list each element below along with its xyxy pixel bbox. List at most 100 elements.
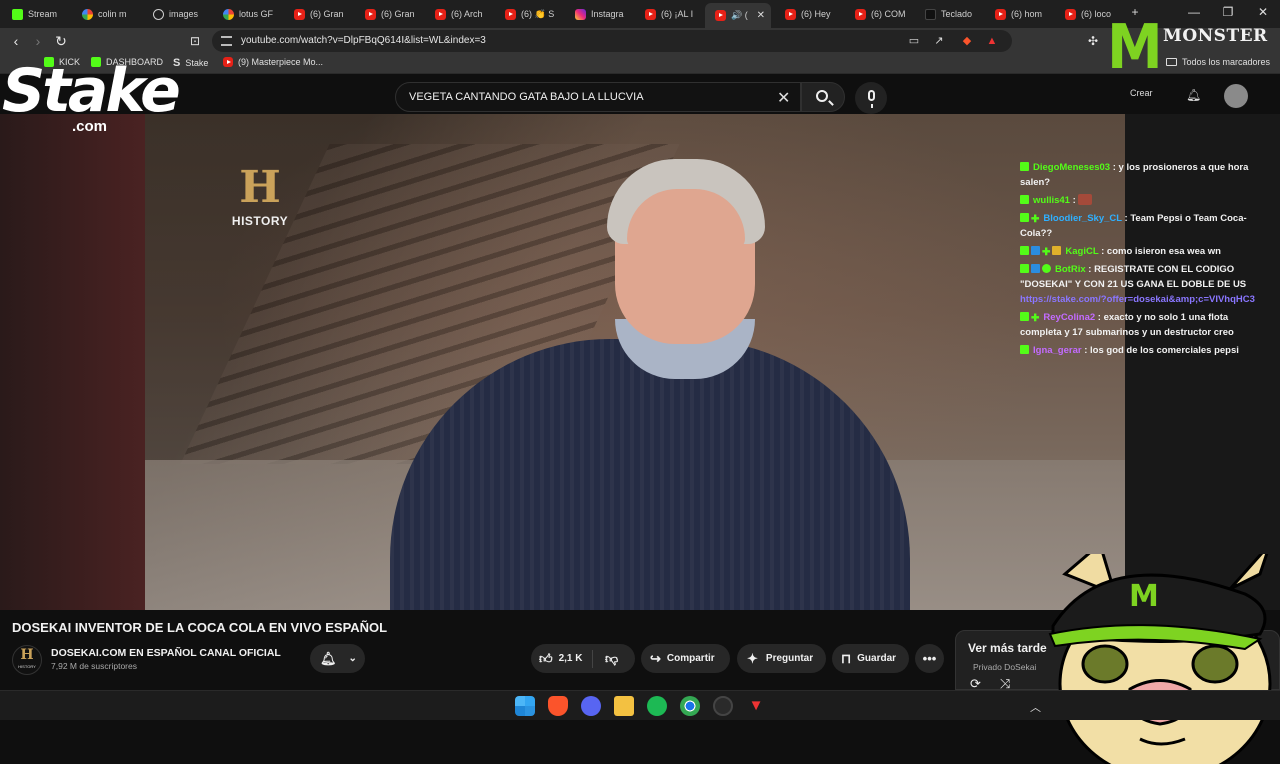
search-query: VEGETA CANTANDO GATA BAJO LA LLUCVIA <box>409 91 644 103</box>
youtube-watch-page: H HISTORY VEGETA CANTANDO GATA BAJO LA L… <box>0 14 1280 764</box>
tab-label: colin m <box>98 9 127 19</box>
site-info-icon[interactable] <box>221 36 232 46</box>
chat-message: DiegoMeneses03 : y los prosioneros a que… <box>1020 160 1260 190</box>
windows-start-icon[interactable] <box>515 696 535 716</box>
file-explorer-icon[interactable] <box>614 696 634 716</box>
chat-message: ✚ Bloodier_Sky_CL : Team Pepsi o Team Coc… <box>1020 211 1260 241</box>
bell-icon: 🔔︎ <box>320 650 337 666</box>
app-icon <box>925 8 936 20</box>
cast-icon[interactable]: ▭ <box>906 33 922 49</box>
tab-label: (6) Arch <box>451 9 483 19</box>
chat-username: wullis41 <box>1033 195 1070 206</box>
chrome-icon[interactable] <box>680 696 700 716</box>
chat-link[interactable]: https://stake.com/?offer=dosekai&amp;c=V… <box>1020 294 1255 305</box>
monster-logo: M MONSTER <box>1105 14 1280 80</box>
cat-mascot-overlay: M <box>1048 554 1272 764</box>
history-logo-text: HISTORY <box>231 214 289 228</box>
playlist-title: Ver más tarde <box>968 641 1047 655</box>
tab-youtube[interactable]: (6) 👏 S <box>495 3 565 25</box>
kick-badge-icon <box>1020 312 1029 321</box>
reload-icon[interactable]: ↻ <box>51 31 71 51</box>
save-button[interactable]: ⊓ Guardar <box>832 644 909 673</box>
like-button[interactable]: 👍︎ 2,1 K <box>531 649 593 668</box>
more-actions-button[interactable]: ••• <box>915 644 944 673</box>
app-icon[interactable]: ▼ <box>746 696 766 716</box>
ask-label: Preguntar <box>765 653 814 664</box>
video-player[interactable]: H HISTORY <box>145 114 1125 610</box>
tab-youtube[interactable]: (6) Gran <box>355 3 425 25</box>
extensions-icon[interactable]: ✣ <box>1083 31 1103 51</box>
brave-shield-icon[interactable]: ◆ <box>959 33 975 49</box>
tab-teclado[interactable]: Teclado <box>915 3 985 25</box>
obs-icon[interactable] <box>713 696 733 716</box>
bookmark-stake[interactable]: S Stake <box>173 57 208 69</box>
forward-icon[interactable]: › <box>28 31 48 51</box>
bookmark-masterpiece[interactable]: (9) Masterpiece Mo... <box>223 57 323 67</box>
stream-chat-overlay: DiegoMeneses03 : y los prosioneros a que… <box>1020 160 1260 361</box>
dislike-button[interactable]: 👎︎ <box>593 651 618 667</box>
tab-label: images <box>169 9 199 19</box>
monster-cap-logo-icon: M <box>1129 579 1159 614</box>
tab-colin[interactable]: colin m <box>72 3 142 25</box>
chevron-up-icon[interactable]: ︿ <box>1030 699 1041 715</box>
address-bar[interactable]: youtube.com/watch?v=DlpFBqQ614I&list=WL&… <box>212 30 1012 52</box>
tab-youtube[interactable]: (6) Gran <box>284 3 354 25</box>
maximize-icon[interactable]: ❐ <box>1220 5 1236 19</box>
subscription-bell-button[interactable]: 🔔︎ ⌄ <box>310 644 365 673</box>
notifications-icon[interactable]: 🔔︎ <box>1186 88 1201 102</box>
tab-youtube[interactable]: (6) Hey <box>775 3 845 25</box>
close-icon[interactable]: ✕ <box>757 10 765 21</box>
kick-badge-icon <box>1020 213 1029 222</box>
chat-message: wullis41 : <box>1020 193 1260 208</box>
minimize-icon[interactable]: — <box>1186 5 1202 19</box>
browser-tab-strip: Stream colin m images lotus GF (6) Gran … <box>0 0 1280 28</box>
brave-browser-icon[interactable] <box>548 696 568 716</box>
back-icon[interactable]: ‹ <box>6 31 26 51</box>
discord-icon[interactable] <box>581 696 601 716</box>
brave-rewards-icon[interactable]: ▲ <box>984 33 1000 49</box>
channel-avatar[interactable]: H HISTORY <box>12 645 42 675</box>
tab-stream[interactable]: Stream <box>2 3 72 25</box>
thumbs-up-icon: 👍︎ <box>539 650 553 666</box>
tab-youtube[interactable]: (6) hom <box>985 3 1055 25</box>
bookmark-icon[interactable]: ⊡ <box>185 31 205 51</box>
search-button[interactable] <box>801 82 845 112</box>
history-h-icon: H <box>239 162 281 213</box>
subscriber-badge-icon: ✚ <box>1031 313 1040 324</box>
youtube-icon <box>1065 8 1076 20</box>
chat-username: KagiCL <box>1065 246 1099 257</box>
stake-logo: Stake .com <box>2 56 181 140</box>
kick-badge-icon <box>1020 246 1029 255</box>
chat-message: ✚ KagiCL : como isieron esa wea wn <box>1020 244 1260 259</box>
create-button[interactable]: Crear <box>1130 88 1153 98</box>
tab-youtube[interactable]: (6) COM <box>845 3 915 25</box>
tab-instagram[interactable]: Instagra <box>565 3 635 25</box>
more-dots-icon: ••• <box>922 651 937 666</box>
share-icon[interactable]: ↗ <box>931 33 947 49</box>
chat-text: : <box>1072 195 1076 206</box>
tab-youtube[interactable]: (6) Arch <box>425 3 495 25</box>
youtube-icon <box>435 8 446 20</box>
channel-name[interactable]: DOSEKAI.COM EN ESPAÑOL CANAL OFICIAL <box>51 647 281 659</box>
history-h-icon: H <box>20 647 34 663</box>
tab-images[interactable]: images <box>143 3 213 25</box>
search-icon <box>816 90 828 102</box>
youtube-icon <box>294 8 305 20</box>
voice-search-button[interactable] <box>855 82 887 114</box>
chat-username: Bloodier_Sky_CL <box>1043 213 1122 224</box>
avatar[interactable] <box>1224 84 1248 108</box>
clear-search-icon[interactable]: ✕ <box>777 88 790 108</box>
ask-button[interactable]: ✦ Preguntar <box>737 644 826 673</box>
close-window-icon[interactable]: ✕ <box>1255 5 1271 19</box>
youtube-icon <box>995 8 1006 20</box>
tab-lotus[interactable]: lotus GF <box>213 3 283 25</box>
save-bookmark-icon: ⊓ <box>841 650 852 666</box>
share-button[interactable]: ↪ Compartir <box>641 644 730 673</box>
chat-username: DiegoMeneses03 <box>1033 162 1111 173</box>
url-text[interactable]: youtube.com/watch?v=DlpFBqQ614I&list=WL&… <box>241 35 486 46</box>
search-input[interactable]: VEGETA CANTANDO GATA BAJO LA LLUCVIA ✕ <box>395 82 801 112</box>
monster-logo-text: MONSTER <box>1163 26 1268 46</box>
tab-youtube[interactable]: (6) ¡AL I <box>635 3 705 25</box>
tab-active[interactable]: 🔊 (✕ <box>705 3 771 28</box>
spotify-icon[interactable] <box>647 696 667 716</box>
